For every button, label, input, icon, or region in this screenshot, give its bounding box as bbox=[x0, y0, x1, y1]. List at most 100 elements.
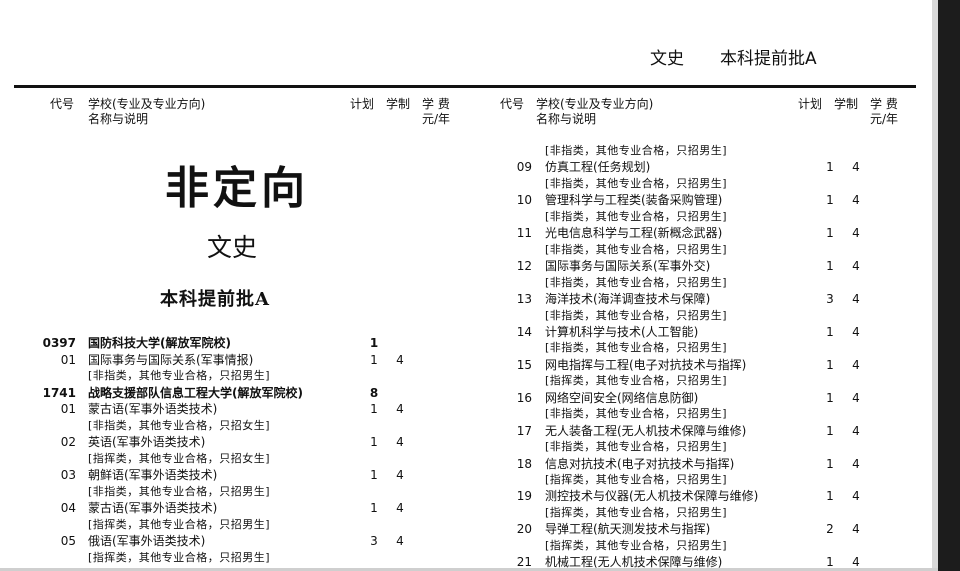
row-code: 05 bbox=[60, 534, 76, 548]
row-years: 4 bbox=[396, 501, 404, 515]
col-code: 代号 bbox=[50, 97, 75, 111]
row-years: 4 bbox=[852, 259, 860, 274]
row-plan: 1 bbox=[370, 352, 378, 367]
section-subtitle: 文史 bbox=[207, 233, 258, 262]
row-name: 网络空间安全(网络信息防御) bbox=[545, 390, 699, 405]
col-school-sub: 名称与说明 bbox=[536, 112, 597, 126]
col-plan: 计划 bbox=[350, 97, 375, 111]
row-name: 俄语(军事外语类技术) bbox=[88, 534, 206, 548]
row-years: 4 bbox=[396, 468, 404, 482]
row-name: [非指类，其他专业合格，只招男生] bbox=[545, 308, 728, 322]
row-name: 国防科技大学(解放军院校) bbox=[88, 336, 231, 350]
header-batch: 本科提前批A bbox=[720, 49, 817, 69]
row-name: [非指类，其他专业合格，只招男生] bbox=[545, 144, 728, 157]
row-plan: 3 bbox=[826, 292, 834, 307]
row-years: 4 bbox=[852, 390, 860, 405]
row-name: 导弹工程(航天测发技术与指挥) bbox=[545, 522, 711, 537]
row-code: 11 bbox=[516, 226, 532, 241]
row-name: [指挥类，其他专业合格，只招男生] bbox=[545, 505, 728, 519]
row-code: 1741 bbox=[42, 385, 76, 400]
row-code: 14 bbox=[516, 324, 532, 339]
row-name: [非指类，其他专业合格，只招女生] bbox=[88, 418, 271, 432]
row-years: 4 bbox=[396, 534, 404, 548]
row-years: 4 bbox=[852, 292, 860, 307]
row-years: 4 bbox=[852, 324, 860, 339]
row-plan: 1 bbox=[370, 402, 378, 416]
row-name: 蒙古语(军事外语类技术) bbox=[88, 402, 218, 416]
row-name: [非指类，其他专业合格，只招男生] bbox=[545, 440, 728, 454]
row-name: 无人装备工程(无人机技术保障与维修) bbox=[545, 423, 747, 438]
row-name: [非指类，其他专业合格，只招男生] bbox=[545, 176, 728, 190]
row-plan: 1 bbox=[370, 435, 378, 449]
row-name: [非指类，其他专业合格，只招男生] bbox=[545, 275, 728, 289]
row-years: 4 bbox=[852, 456, 860, 471]
row-name: [指挥类，其他专业合格，只招男生] bbox=[545, 538, 728, 552]
col-fee: 学 费 bbox=[422, 97, 450, 111]
row-name: 计算机科学与技术(人工智能) bbox=[545, 324, 699, 339]
row-years: 4 bbox=[852, 160, 860, 175]
row-name: 网电指挥与工程(电子对抗技术与指挥) bbox=[545, 357, 747, 372]
row-name: [非指类，其他专业合格，只招男生] bbox=[545, 407, 728, 421]
row-plan: 1 bbox=[826, 489, 834, 504]
row-code: 17 bbox=[516, 423, 532, 438]
row-code: 04 bbox=[60, 501, 76, 515]
row-name: 蒙古语(军事外语类技术) bbox=[88, 501, 218, 515]
row-code: 09 bbox=[516, 160, 532, 175]
row-code: 20 bbox=[516, 522, 532, 537]
row-code: 01 bbox=[60, 352, 76, 367]
row-plan: 1 bbox=[826, 456, 834, 471]
row-plan: 1 bbox=[826, 390, 834, 405]
row-name: 仿真工程(任务规划) bbox=[545, 160, 651, 175]
row-code: 03 bbox=[60, 468, 76, 482]
row-name: 信息对抗技术(电子对抗技术与指挥) bbox=[545, 456, 735, 471]
row-name: [非指类，其他专业合格，只招男生] bbox=[545, 341, 728, 355]
row-code: 15 bbox=[516, 357, 532, 372]
row-plan: 1 bbox=[826, 423, 834, 438]
row-name: [非指类，其他专业合格，只招男生] bbox=[88, 484, 271, 498]
row-years: 4 bbox=[396, 352, 404, 367]
row-years: 4 bbox=[852, 193, 860, 208]
row-code: 13 bbox=[516, 292, 532, 307]
row-name: 测控技术与仪器(无人机技术保障与维修) bbox=[545, 489, 759, 504]
row-name: 机械工程(无人机技术保障与维修) bbox=[545, 555, 723, 570]
row-plan: 1 bbox=[370, 468, 378, 482]
row-code: 21 bbox=[516, 555, 532, 570]
section-title: 非定向 bbox=[165, 163, 309, 214]
row-name: [非指类，其他专业合格，只招男生] bbox=[88, 369, 271, 382]
col-fee-unit: 元/年 bbox=[870, 112, 899, 126]
header-rule bbox=[14, 85, 916, 88]
row-name: 国际事务与国际关系(军事外交) bbox=[545, 259, 711, 274]
row-years: 4 bbox=[852, 226, 860, 241]
row-code: 0397 bbox=[42, 336, 76, 350]
row-plan: 1 bbox=[826, 357, 834, 372]
row-name: 光电信息科学与工程(新概念武器) bbox=[545, 226, 723, 241]
row-name: 管理科学与工程类(装备采购管理) bbox=[545, 193, 723, 208]
row-plan: 1 bbox=[826, 324, 834, 339]
row-plan: 1 bbox=[826, 259, 834, 274]
row-code: 18 bbox=[516, 456, 532, 471]
col-plan: 计划 bbox=[798, 97, 823, 111]
header-category: 文史 bbox=[650, 49, 684, 69]
col-school: 学校(专业及专业方向) bbox=[88, 97, 206, 111]
row-name: [指挥类，其他专业合格，只招男生] bbox=[88, 550, 271, 564]
row-name: 国际事务与国际关系(军事情报) bbox=[88, 352, 254, 367]
row-plan: 1 bbox=[369, 336, 379, 350]
row-code: 16 bbox=[516, 390, 532, 405]
row-plan: 1 bbox=[370, 501, 378, 515]
col-years: 学制 bbox=[834, 97, 859, 111]
row-plan: 1 bbox=[826, 193, 834, 208]
row-name: 英语(军事外语类技术) bbox=[88, 435, 206, 449]
row-name: 战略支援部队信息工程大学(解放军院校) bbox=[88, 385, 303, 400]
row-plan: 3 bbox=[370, 534, 378, 548]
col-school-sub: 名称与说明 bbox=[88, 112, 149, 126]
row-name: [指挥类，其他专业合格，只招男生] bbox=[88, 517, 271, 531]
row-name: [非指类，其他专业合格，只招男生] bbox=[545, 242, 728, 256]
row-name: [非指类，其他专业合格，只招男生] bbox=[545, 209, 728, 223]
row-code: 01 bbox=[60, 402, 76, 416]
row-plan: 2 bbox=[826, 522, 834, 537]
row-code: 02 bbox=[60, 435, 76, 449]
row-plan: 1 bbox=[826, 226, 834, 241]
row-code: 19 bbox=[516, 489, 532, 504]
row-years: 4 bbox=[852, 357, 860, 372]
row-name: 海洋技术(海洋调查技术与保障) bbox=[545, 292, 711, 307]
